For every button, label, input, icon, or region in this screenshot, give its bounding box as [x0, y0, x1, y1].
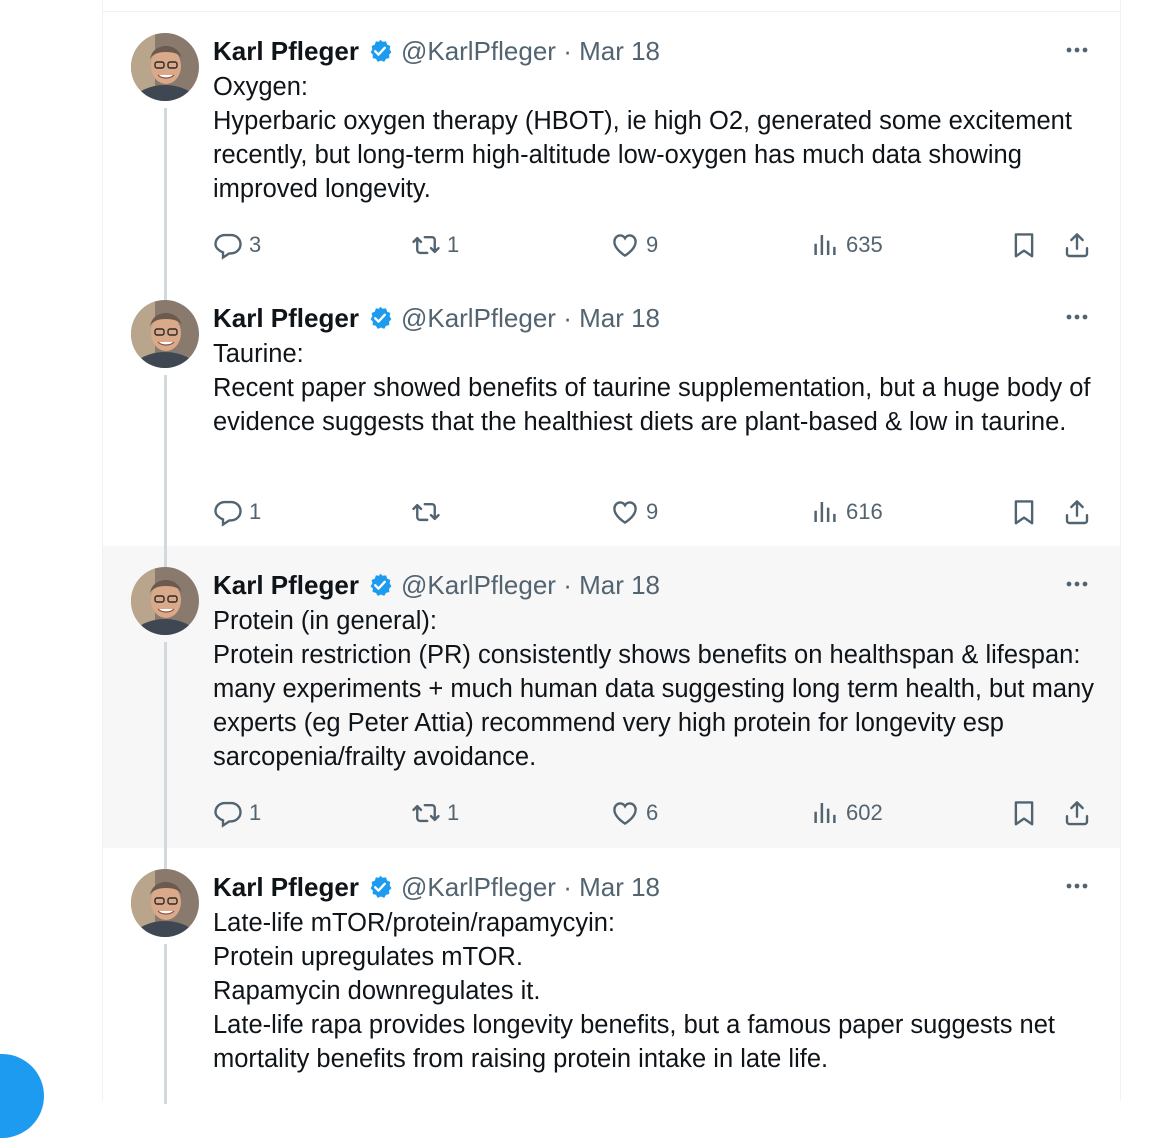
bookmark-button[interactable] — [1009, 796, 1039, 830]
dot-separator: · — [555, 871, 580, 902]
more-icon[interactable] — [1064, 307, 1090, 327]
tweet-date[interactable]: Mar 18 — [579, 570, 660, 600]
tweet-text: Taurine: Recent paper showed benefits of… — [213, 340, 1091, 436]
verified-badge-icon — [367, 874, 393, 900]
share-icon — [1062, 798, 1092, 828]
reply-button[interactable]: 1 — [213, 796, 261, 830]
dot-separator: · — [555, 35, 580, 66]
reply-count: 1 — [249, 499, 262, 524]
more-icon[interactable] — [1064, 40, 1090, 60]
avatar[interactable] — [131, 33, 199, 101]
more-icon[interactable] — [1064, 876, 1090, 896]
avatar[interactable] — [131, 300, 199, 368]
thread-line — [164, 642, 167, 848]
thread-line — [164, 546, 167, 567]
author-handle[interactable]: @KarlPfleger — [401, 36, 556, 66]
like-count: 9 — [646, 499, 659, 524]
verified-badge-icon — [367, 305, 393, 331]
reply-button[interactable]: 3 — [213, 228, 261, 262]
more-icon[interactable] — [1064, 574, 1090, 594]
views-count: 602 — [846, 800, 883, 825]
views-icon — [810, 798, 840, 828]
author-handle-date[interactable]: @KarlPfleger · Mar 18 — [401, 570, 660, 601]
reply-icon — [213, 230, 243, 260]
tweet-date[interactable]: Mar 18 — [579, 36, 660, 66]
views-button[interactable]: 602 — [810, 796, 883, 830]
reply-icon — [213, 497, 243, 527]
tweet-date[interactable]: Mar 18 — [579, 303, 660, 333]
bookmark-icon — [1009, 798, 1039, 828]
like-icon — [610, 798, 640, 828]
like-button[interactable]: 6 — [610, 796, 658, 830]
reply-button[interactable]: 1 — [213, 495, 261, 529]
like-button[interactable]: 9 — [610, 228, 658, 262]
bookmark-icon — [1009, 497, 1039, 527]
views-button[interactable]: 616 — [810, 495, 883, 529]
like-icon — [610, 230, 640, 260]
repost-count: 1 — [447, 800, 460, 825]
verified-badge-icon — [367, 572, 393, 598]
thread-line — [164, 108, 167, 280]
thread-line — [164, 944, 167, 1104]
author-handle-date[interactable]: @KarlPfleger · Mar 18 — [401, 303, 660, 334]
like-count: 9 — [646, 232, 659, 257]
dot-separator: · — [555, 569, 580, 600]
share-button[interactable] — [1062, 228, 1092, 262]
repost-icon — [411, 230, 441, 260]
floating-compose-button[interactable] — [0, 1054, 44, 1138]
views-count: 616 — [846, 499, 883, 524]
author-handle[interactable]: @KarlPfleger — [401, 570, 556, 600]
thread-line — [164, 375, 167, 546]
tweet-date[interactable]: Mar 18 — [579, 872, 660, 902]
tweet-text: Oxygen: Hyperbaric oxygen therapy (HBOT)… — [213, 73, 1072, 203]
tweet-text: Protein (in general): Protein restrictio… — [213, 607, 1094, 771]
author-name[interactable]: Karl Pfleger — [213, 570, 359, 601]
dot-separator: · — [555, 302, 580, 333]
bookmark-button[interactable] — [1009, 228, 1039, 262]
thread-line — [164, 848, 167, 869]
reply-count: 1 — [249, 800, 262, 825]
verified-badge-icon — [367, 38, 393, 64]
repost-count: 1 — [447, 232, 460, 257]
repost-button[interactable]: 1 — [411, 228, 459, 262]
bookmark-button[interactable] — [1009, 495, 1039, 529]
avatar[interactable] — [131, 567, 199, 635]
views-icon — [810, 497, 840, 527]
thread-line — [164, 279, 167, 300]
repost-icon — [411, 798, 441, 828]
repost-button[interactable] — [411, 495, 447, 529]
author-handle[interactable]: @KarlPfleger — [401, 303, 556, 333]
views-button[interactable]: 635 — [810, 228, 883, 262]
action-bar: 3 1 9 635 — [213, 228, 1092, 262]
share-icon — [1062, 230, 1092, 260]
views-count: 635 — [846, 232, 883, 257]
action-bar: 1 9 616 — [213, 495, 1092, 529]
tweet-4[interactable]: Karl Pfleger @KarlPfleger · Mar 18 Late-… — [103, 848, 1120, 1104]
reply-count: 3 — [249, 232, 262, 257]
author-name[interactable]: Karl Pfleger — [213, 872, 359, 903]
tweet-3[interactable]: Karl Pfleger @KarlPfleger · Mar 18 Prote… — [103, 546, 1120, 848]
author-handle-date[interactable]: @KarlPfleger · Mar 18 — [401, 36, 660, 67]
author-handle-date[interactable]: @KarlPfleger · Mar 18 — [401, 872, 660, 903]
tweet-1[interactable]: Karl Pfleger @KarlPfleger · Mar 18 Oxyge… — [103, 12, 1120, 280]
repost-button[interactable]: 1 — [411, 796, 459, 830]
tweet-text: Late-life mTOR/protein/rapamycyin: Prote… — [213, 909, 1056, 1073]
reply-icon — [213, 798, 243, 828]
avatar[interactable] — [131, 869, 199, 937]
thread-timeline: Karl Pfleger @KarlPfleger · Mar 18 Oxyge… — [102, 0, 1121, 1104]
share-icon — [1062, 497, 1092, 527]
like-icon — [610, 497, 640, 527]
bookmark-icon — [1009, 230, 1039, 260]
author-name[interactable]: Karl Pfleger — [213, 303, 359, 334]
like-button[interactable]: 9 — [610, 495, 658, 529]
share-button[interactable] — [1062, 796, 1092, 830]
like-count: 6 — [646, 800, 659, 825]
author-handle[interactable]: @KarlPfleger — [401, 872, 556, 902]
repost-icon — [411, 497, 441, 527]
share-button[interactable] — [1062, 495, 1092, 529]
action-bar: 1 1 6 602 — [213, 796, 1092, 830]
tweet-2[interactable]: Karl Pfleger @KarlPfleger · Mar 18 Tauri… — [103, 279, 1120, 546]
author-name[interactable]: Karl Pfleger — [213, 36, 359, 67]
views-icon — [810, 230, 840, 260]
